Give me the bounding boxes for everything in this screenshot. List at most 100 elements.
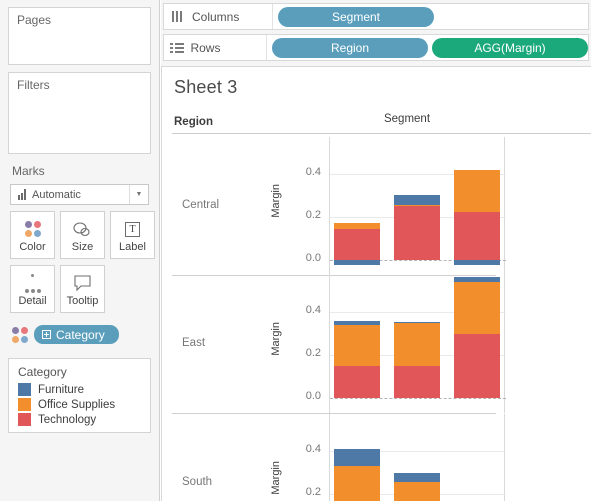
color-legend-card: Category Furniture Office Supplies Techn…	[8, 358, 151, 433]
marks-card: Marks Automatic ▼ Color Size T Label Det…	[0, 164, 159, 344]
rows-shelf[interactable]: Rows Region AGG(Margin)	[163, 34, 589, 61]
rows-drop-zone[interactable]: Region AGG(Margin)	[266, 35, 588, 60]
marks-color-button[interactable]: Color	[10, 211, 55, 259]
left-panel: Pages Filters Marks Automatic ▼ Color Si…	[0, 0, 160, 501]
label-T-icon: T	[125, 217, 140, 241]
plot-area[interactable]	[329, 137, 506, 275]
y-tick-label: 0.0	[305, 389, 321, 402]
bar-segment[interactable]	[394, 473, 440, 482]
detail-dots-icon	[24, 271, 41, 295]
y-tick-label: 0.2	[305, 208, 321, 221]
rows-shelf-label: Rows	[190, 40, 221, 55]
bar-segment[interactable]	[454, 333, 500, 398]
bar-segment[interactable]	[334, 324, 380, 366]
y-tick-label: 0.4	[305, 442, 321, 455]
row-field-header[interactable]: Region	[174, 116, 213, 128]
legend-swatch	[18, 383, 31, 396]
y-tick-label: 0.2	[305, 485, 321, 498]
bar-segment[interactable]	[334, 223, 380, 230]
bar-segment[interactable]	[454, 169, 500, 212]
filters-card[interactable]: Filters	[8, 72, 151, 154]
pages-card[interactable]: Pages	[8, 7, 151, 65]
size-circles-icon	[71, 217, 95, 241]
region-panel: SouthMargin0.00.20.4	[172, 414, 506, 501]
color-dots-icon	[12, 326, 28, 343]
y-tick-label: 0.4	[305, 165, 321, 178]
bar-segment[interactable]	[394, 321, 440, 324]
pill-segment[interactable]: Segment	[278, 6, 434, 27]
color-dots-icon	[24, 217, 41, 241]
marks-size-button[interactable]: Size	[60, 211, 105, 259]
y-axis-title[interactable]: Margin	[270, 461, 282, 495]
region-row-label[interactable]: South	[182, 476, 212, 488]
marks-button-row-2: Detail Tooltip	[10, 265, 159, 313]
columns-shelf-label: Columns	[192, 9, 240, 24]
filters-title: Filters	[17, 78, 50, 92]
legend-item-technology[interactable]: Technology	[9, 412, 150, 432]
pages-title: Pages	[17, 13, 52, 27]
bar-chart-icon	[11, 189, 32, 200]
columns-drop-zone[interactable]: Segment	[272, 4, 588, 29]
bar-segment[interactable]	[334, 465, 380, 501]
bar-segment[interactable]	[334, 259, 380, 266]
y-tick-label: 0.2	[305, 346, 321, 359]
marks-type-value: Automatic	[32, 188, 81, 201]
bar-segment[interactable]	[334, 320, 380, 325]
pill-agg-margin[interactable]: AGG(Margin)	[432, 37, 588, 58]
marks-color-label: Color	[19, 241, 46, 253]
columns-icon	[164, 11, 192, 22]
marks-title: Marks	[12, 164, 45, 178]
bar-segment[interactable]	[394, 323, 440, 366]
legend-item-label: Office Supplies	[38, 398, 116, 411]
worksheet-view[interactable]: Sheet 3 Region Segment Central Margin 0.0 0…	[161, 66, 591, 501]
legend-swatch	[18, 413, 31, 426]
columns-shelf[interactable]: Columns Segment	[163, 3, 589, 30]
plot-area[interactable]	[329, 414, 506, 501]
legend-item-label: Furniture	[38, 383, 85, 396]
marks-detail-label: Detail	[18, 295, 47, 307]
marks-tooltip-label: Tooltip	[66, 295, 99, 307]
marks-label-button[interactable]: T Label	[110, 211, 155, 259]
marks-detail-button[interactable]: Detail	[10, 265, 55, 313]
bar-segment[interactable]	[394, 204, 440, 206]
bar-segment[interactable]	[334, 365, 380, 398]
y-axis-title[interactable]: Margin	[270, 322, 282, 356]
bar-segment[interactable]	[454, 281, 500, 334]
zero-line	[330, 397, 506, 399]
chevron-down-icon[interactable]: ▼	[129, 185, 148, 204]
legend-item-label: Technology	[38, 413, 97, 426]
marks-size-label: Size	[71, 241, 94, 253]
rows-icon	[164, 42, 190, 53]
y-axis-title[interactable]: Margin	[270, 184, 282, 218]
marks-encoding-row: Category	[12, 325, 159, 344]
marks-type-selector[interactable]: Automatic ▼	[10, 184, 149, 205]
marks-button-row-1: Color Size T Label	[10, 211, 159, 259]
legend-item-furniture[interactable]: Furniture	[9, 382, 150, 397]
region-panel: Central Margin 0.0 0.2 0.4	[172, 137, 506, 276]
legend-title: Category	[18, 365, 67, 379]
pill-region[interactable]: Region	[272, 37, 428, 58]
bar-segment[interactable]	[394, 481, 440, 501]
region-panel: East Margin 0.0 0.2 0.4	[172, 275, 506, 414]
bar-segment[interactable]	[334, 229, 380, 260]
legend-item-office-supplies[interactable]: Office Supplies	[9, 397, 150, 412]
bar-segment[interactable]	[454, 259, 500, 265]
bar-segment[interactable]	[454, 211, 500, 260]
region-row-label[interactable]: Central	[182, 199, 219, 211]
bar-segment[interactable]	[394, 206, 440, 260]
bar-segment[interactable]	[394, 194, 440, 205]
y-tick-label: 0.0	[305, 251, 321, 264]
page-title: Sheet 3	[174, 77, 238, 97]
column-field-header[interactable]: Segment	[319, 113, 495, 125]
region-row-label[interactable]: East	[182, 337, 205, 349]
tooltip-bubble-icon	[73, 271, 93, 295]
bar-segment[interactable]	[454, 277, 500, 282]
plot-area[interactable]	[329, 275, 506, 413]
header-divider	[172, 133, 591, 134]
shelf-area: Columns Segment Rows Region AGG(Margin)	[161, 0, 591, 66]
marks-category-pill[interactable]: Category	[34, 325, 119, 344]
bar-segment[interactable]	[394, 365, 440, 398]
bar-segment[interactable]	[334, 448, 380, 466]
marks-label-label: Label	[119, 241, 146, 253]
marks-tooltip-button[interactable]: Tooltip	[60, 265, 105, 313]
